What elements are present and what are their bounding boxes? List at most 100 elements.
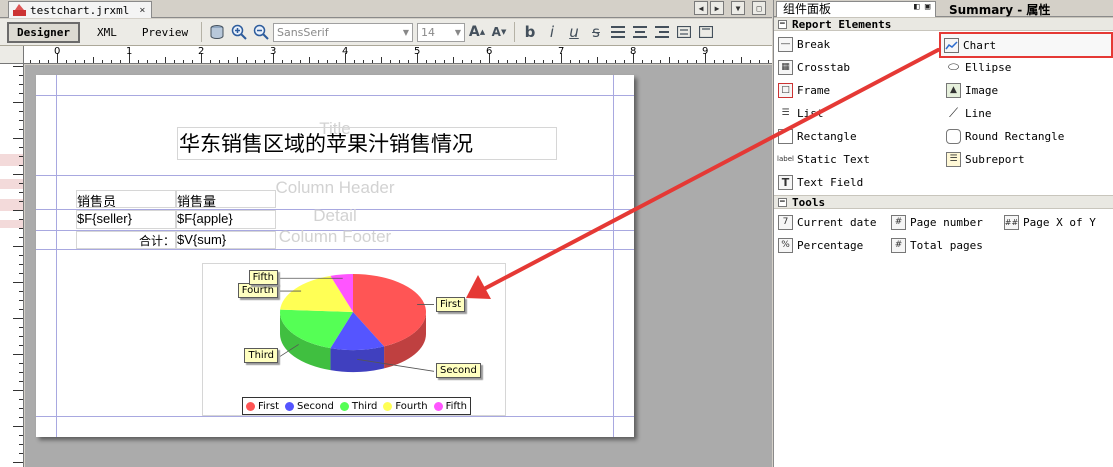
zoom-out-icon[interactable] xyxy=(251,22,271,42)
ruler-number: 9 xyxy=(702,46,709,57)
rectangle-icon xyxy=(778,128,793,144)
palette-item-frame[interactable]: □ Frame xyxy=(778,80,830,100)
document-tab[interactable]: testchart.jrxml × xyxy=(8,1,153,18)
ruler-tick xyxy=(13,426,23,427)
round-rectangle-icon xyxy=(946,128,961,144)
strikethrough-icon[interactable]: s xyxy=(586,22,606,42)
collapse-icon[interactable]: − xyxy=(778,19,787,29)
pie-chart-element[interactable]: First Second Third Fourth Fifth First Second T… xyxy=(202,263,506,416)
bold-icon[interactable]: b xyxy=(520,22,540,42)
scroll-tabs-left-icon[interactable]: ◀ xyxy=(694,1,708,15)
zoom-in-icon[interactable] xyxy=(229,22,249,42)
palette-tool-page-number[interactable]: # Page number xyxy=(891,212,983,232)
total-label-text[interactable]: 合计： xyxy=(76,231,176,249)
ruler-band-highlight xyxy=(0,179,23,189)
report-title-text[interactable]: 华东销售区域的苹果汁销售情况 xyxy=(177,127,557,160)
ruler-tick xyxy=(525,57,526,63)
palette-item-crosstab[interactable]: ▦ Crosstab xyxy=(778,57,850,77)
font-family-value: SansSerif xyxy=(276,25,329,39)
ruler-tick xyxy=(13,390,23,391)
legend-label: Fifth xyxy=(445,400,468,412)
hash-icon: # xyxy=(891,214,906,230)
ruler-tick xyxy=(183,60,184,63)
pie-label-fourth: Fourth xyxy=(237,283,278,299)
palette-tool-current-date[interactable]: 7 Current date xyxy=(778,212,876,232)
italic-icon[interactable]: i xyxy=(542,22,562,42)
static-text-icon: label xyxy=(777,155,794,163)
designer-toolbar: Designer XML Preview SansSerif ▼ 14 ▼ A ▲… xyxy=(0,19,772,46)
chart-legend: First Second Third Fourth Fifth xyxy=(242,397,472,415)
palette-item-line[interactable]: ⟋ Line xyxy=(946,103,992,123)
ruler-tick xyxy=(507,60,508,63)
palette-tool-total-pages[interactable]: # Total pages xyxy=(891,235,983,255)
palette-tool-percentage[interactable]: % Percentage xyxy=(778,235,863,255)
ruler-number: 5 xyxy=(414,46,421,57)
ruler-tick xyxy=(19,444,23,445)
palette-item-label: Subreport xyxy=(965,152,1025,166)
report-elements-header[interactable]: − Report Elements xyxy=(774,17,1113,31)
pie-label-first: First xyxy=(436,296,466,312)
palette-pin-icon[interactable]: ◧ ▣ xyxy=(914,2,930,12)
underline-icon[interactable]: u xyxy=(564,22,584,42)
font-family-select[interactable]: SansSerif ▼ xyxy=(272,22,413,42)
ruler-tick xyxy=(138,60,139,63)
vertical-ruler xyxy=(0,64,24,467)
report-page[interactable]: Title Column Header Detail Column Footer… xyxy=(36,75,634,437)
designer-mode-button[interactable]: Designer xyxy=(7,21,80,43)
palette-item-round-rectangle[interactable]: Round Rectangle xyxy=(946,126,1064,146)
database-icon[interactable] xyxy=(207,22,227,42)
palette-item-chart[interactable]: Chart xyxy=(939,32,1113,58)
maximize-icon[interactable]: □ xyxy=(752,1,766,15)
ruler-tick xyxy=(19,183,23,184)
decrease-font-icon[interactable]: A ▼ xyxy=(489,22,509,42)
palette-item-break[interactable]: ― Break xyxy=(778,34,830,54)
palette-item-rectangle[interactable]: Rectangle xyxy=(778,126,857,146)
align-justify-icon[interactable] xyxy=(674,22,694,42)
seller-field[interactable]: $F{seller} xyxy=(76,210,176,229)
font-size-value: 14 xyxy=(420,25,435,39)
scroll-tabs-right-icon[interactable]: ▶ xyxy=(710,1,724,15)
ruler-tick xyxy=(19,93,23,94)
increase-font-icon[interactable]: A ▲ xyxy=(467,22,487,42)
ruler-tick xyxy=(264,60,265,63)
collapse-icon[interactable]: − xyxy=(778,197,787,207)
tab-list-dropdown-icon[interactable]: ▼ xyxy=(731,1,745,15)
align-left-icon[interactable] xyxy=(608,22,628,42)
summary-tab[interactable]: Summary - 属性 xyxy=(949,1,1050,18)
ruler-band-highlight xyxy=(0,220,23,228)
palette-item-subreport[interactable]: ☰ Subreport xyxy=(946,149,1025,169)
palette-item-static-text[interactable]: label Static Text xyxy=(777,149,870,169)
break-icon: ― xyxy=(778,36,793,52)
legend-swatch xyxy=(246,401,255,411)
ruler-tick xyxy=(642,60,643,63)
seller-header-text[interactable]: 销售员 xyxy=(76,190,176,208)
line-icon: ⟋ xyxy=(948,105,959,121)
apple-field[interactable]: $F{apple} xyxy=(176,210,276,229)
palette-tab[interactable]: 组件面板 xyxy=(776,1,936,17)
palette-item-image[interactable]: ▲ Image xyxy=(946,80,998,100)
ruler-tick xyxy=(19,165,23,166)
ruler-tick xyxy=(543,60,544,63)
legend-label: First xyxy=(258,400,280,412)
palette-item-text-field[interactable]: T Text Field xyxy=(778,172,863,192)
align-right-icon[interactable] xyxy=(652,22,672,42)
xml-mode-button[interactable]: XML xyxy=(82,22,132,43)
font-size-select[interactable]: 14 ▼ xyxy=(416,22,465,42)
close-tab-icon[interactable]: × xyxy=(139,5,145,16)
align-top-icon[interactable] xyxy=(696,22,716,42)
ruler-tick xyxy=(13,138,23,139)
sales-header-text[interactable]: 销售量 xyxy=(176,190,276,208)
sum-variable-field[interactable]: $V{sum} xyxy=(176,231,276,249)
preview-mode-button[interactable]: Preview xyxy=(134,22,196,43)
align-center-icon[interactable] xyxy=(630,22,650,42)
palette-tool-page-x-of-y[interactable]: ## Page X of Y xyxy=(1004,212,1096,232)
palette-item-ellipse[interactable]: ⬭ Ellipse xyxy=(946,57,1011,77)
palette-item-label: Break xyxy=(797,37,831,51)
tools-header[interactable]: − Tools xyxy=(774,195,1113,209)
ruler-tick xyxy=(255,60,256,63)
palette-item-list[interactable]: ☰ List xyxy=(778,103,823,123)
ruler-number: 4 xyxy=(342,46,349,57)
ruler-tick xyxy=(19,291,23,292)
design-canvas[interactable]: Title Column Header Detail Column Footer… xyxy=(25,65,772,467)
ruler-tick xyxy=(624,60,625,63)
